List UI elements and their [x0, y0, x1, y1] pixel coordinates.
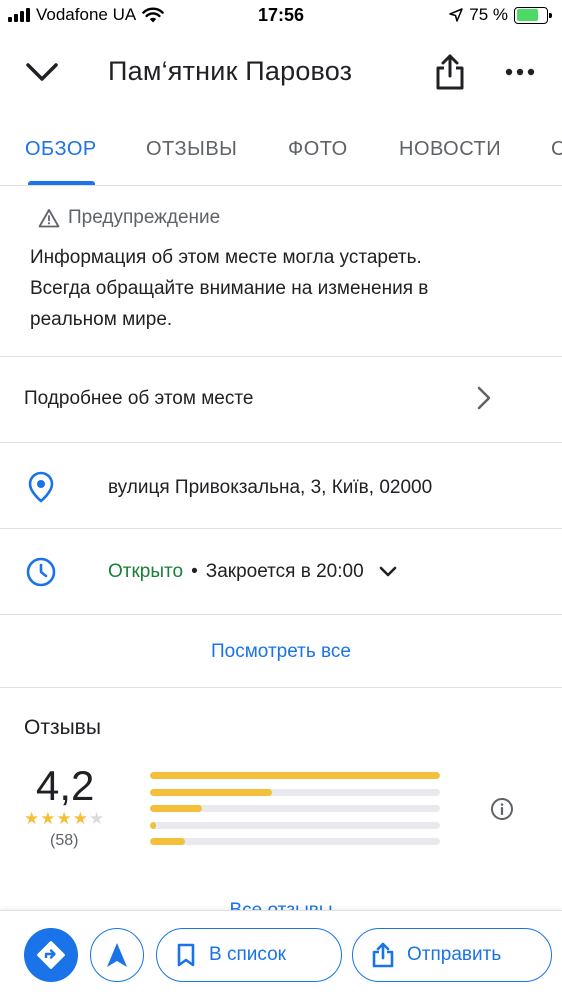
rating-bar-fill — [150, 838, 185, 845]
warning-section: Предупреждение Информация об этом месте … — [0, 187, 562, 357]
tab-reviews[interactable]: ОТЗЫВЫ — [146, 138, 237, 161]
star-filled-icon: ★ — [24, 809, 40, 828]
warning-line: реальном мире. — [30, 309, 173, 330]
action-bar: В список Отправить — [0, 910, 562, 999]
hours-separator: • — [191, 561, 198, 582]
share-icon — [372, 942, 394, 968]
send-label: Отправить — [407, 944, 502, 965]
tab-overview[interactable]: ОБЗОР — [25, 138, 97, 161]
bookmark-icon — [177, 943, 195, 967]
address-row[interactable]: вулиця Привокзальна, 3, Київ, 02000 — [0, 443, 562, 529]
star-filled-icon: ★ — [72, 809, 88, 828]
warning-line: Информация об этом месте могла устареть. — [30, 247, 422, 268]
address-text: вулиця Привокзальна, 3, Київ, 02000 — [108, 477, 433, 498]
battery-percent: 75 % — [469, 5, 508, 24]
tab-bar: ОБЗОР ОТЗЫВЫ ФОТО НОВОСТИ С — [0, 124, 562, 186]
rating-bar-fill — [150, 805, 203, 812]
star-filled-icon: ★ — [40, 809, 56, 828]
star-empty-icon: ★ — [89, 809, 105, 828]
directions-button[interactable] — [24, 928, 78, 982]
rating-bar-fill — [150, 772, 440, 779]
rating-bar-3 — [150, 805, 440, 812]
see-all-row: Посмотреть все — [0, 615, 562, 688]
rating-stars: ★ ★ ★ ★ ★ — [24, 810, 104, 827]
open-status: Открыто — [108, 561, 184, 582]
rating-distribution — [150, 772, 440, 855]
rating-bar-fill — [150, 821, 156, 829]
status-bar: Vodafone UA 17:56 75 % — [0, 0, 562, 34]
star-filled-icon: ★ — [56, 809, 72, 828]
battery-icon — [514, 6, 552, 24]
reviews-title: Отзывы — [24, 716, 101, 739]
save-to-list-button[interactable]: В список — [156, 928, 342, 982]
place-header: Пам‘ятник Паровоз — [0, 40, 562, 106]
navigation-arrow-icon — [107, 943, 127, 967]
share-icon[interactable] — [432, 52, 468, 92]
start-navigation-button[interactable] — [90, 928, 144, 982]
reviews-section: Отзывы 4,2 ★★★★★ (58) Все отзывы — [0, 688, 562, 921]
clock-icon — [26, 557, 56, 587]
directions-icon — [37, 941, 65, 969]
save-to-list-label: В список — [209, 944, 286, 965]
warning-heading: Предупреждение — [68, 207, 221, 228]
review-count: (58) — [50, 832, 79, 849]
rating-bar-1 — [150, 838, 440, 845]
location-pin-icon — [28, 471, 54, 503]
rating-score: 4,2 — [36, 762, 95, 809]
chevron-right-icon — [477, 386, 491, 410]
more-about-place-row[interactable]: Подробнее об этом месте — [0, 357, 562, 443]
tab-photos[interactable]: ФОТО — [288, 138, 348, 161]
info-icon[interactable] — [490, 797, 514, 821]
send-button[interactable]: Отправить — [352, 928, 552, 982]
warning-line: Всегда обращайте внимание на изменения в — [30, 278, 429, 299]
more-about-place-label: Подробнее об этом месте — [24, 388, 254, 409]
active-tab-indicator — [28, 181, 95, 185]
warning-icon — [38, 209, 60, 228]
tab-partial[interactable]: С — [551, 138, 562, 161]
chevron-down-icon[interactable] — [378, 565, 398, 579]
warning-text: Информация об этом месте могла устареть.… — [30, 242, 530, 335]
chevron-down-icon[interactable] — [22, 54, 62, 90]
hours-row[interactable]: Открыто • Закроется в 20:00 — [0, 529, 562, 615]
rating-bar-fill — [150, 788, 272, 796]
closing-time: Закроется в 20:00 — [205, 561, 364, 582]
location-arrow-icon — [449, 8, 463, 22]
tab-news[interactable]: НОВОСТИ — [399, 138, 501, 161]
rating-bar-5 — [150, 772, 440, 779]
more-icon[interactable] — [500, 56, 540, 88]
rating-bar-2 — [150, 821, 440, 829]
rating-bar-4 — [150, 788, 440, 796]
place-title: Пам‘ятник Паровоз — [108, 56, 353, 86]
see-all-link[interactable]: Посмотреть все — [0, 641, 562, 663]
